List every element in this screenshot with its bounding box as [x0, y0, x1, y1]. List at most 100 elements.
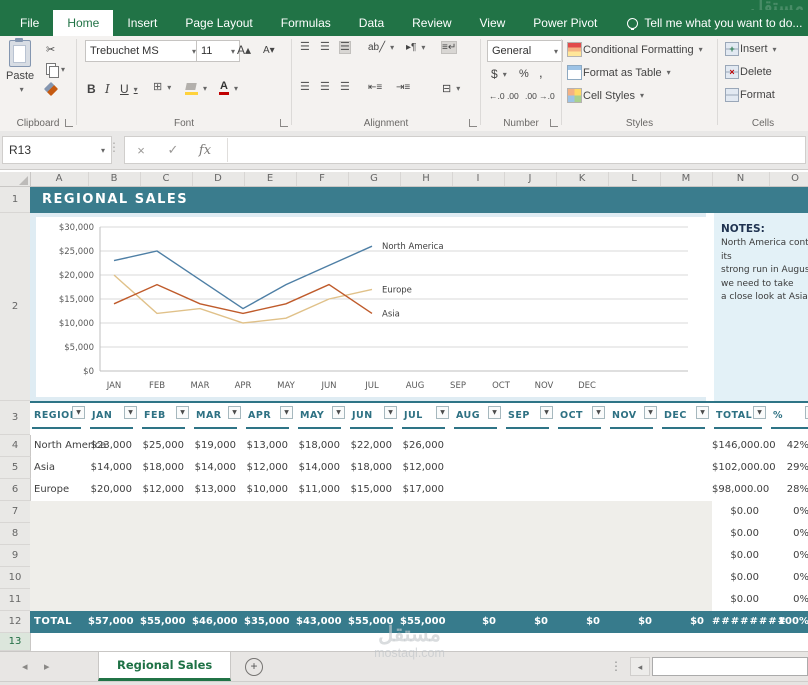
- fill-color-button[interactable]: ▾: [185, 82, 207, 95]
- filter-button-oct[interactable]: ▼: [592, 406, 605, 419]
- clipboard-dialog-launcher[interactable]: [65, 119, 73, 127]
- column-header-C[interactable]: C: [140, 172, 193, 186]
- ribbon-tab-view[interactable]: View: [466, 10, 520, 36]
- align-top-button[interactable]: ☰: [300, 42, 310, 53]
- column-header-K[interactable]: K: [556, 172, 609, 186]
- row-header-13[interactable]: 13: [0, 633, 31, 651]
- column-header-I[interactable]: I: [452, 172, 505, 186]
- column-header-F[interactable]: F: [296, 172, 349, 186]
- column-header-N[interactable]: N: [712, 172, 770, 186]
- insert-cells-button[interactable]: + Insert ▾: [725, 42, 777, 56]
- row-header-8[interactable]: 8: [0, 523, 31, 545]
- ribbon-tab-insert[interactable]: Insert: [113, 10, 171, 36]
- paste-button[interactable]: Paste ▾: [6, 38, 34, 94]
- column-header-E[interactable]: E: [244, 172, 297, 186]
- font-name-select[interactable]: Trebuchet MS ▾: [85, 40, 201, 62]
- tell-me-box[interactable]: Tell me what you want to do...: [627, 10, 802, 36]
- row-header-5[interactable]: 5: [0, 457, 31, 479]
- conditional-formatting-button[interactable]: Conditional Formatting ▾: [567, 42, 703, 57]
- ribbon-tab-power-pivot[interactable]: Power Pivot: [519, 10, 611, 36]
- name-box[interactable]: R13 ▾: [2, 136, 112, 164]
- filter-button-nov[interactable]: ▼: [644, 406, 657, 419]
- number-dialog-launcher[interactable]: [550, 119, 558, 127]
- sales-line-chart[interactable]: $0 $5,000 $10,000 $15,000 $20,000 $25,000 $30,…: [36, 217, 706, 397]
- align-right-button[interactable]: ☰: [340, 82, 350, 93]
- select-all-corner[interactable]: [0, 172, 31, 186]
- delete-cells-button[interactable]: × Delete: [725, 65, 772, 79]
- filter-button-jan[interactable]: ▼: [124, 406, 137, 419]
- orientation-button[interactable]: ab╱ ▾: [368, 42, 394, 53]
- bold-button[interactable]: B: [87, 82, 96, 96]
- font-dialog-launcher[interactable]: [280, 119, 288, 127]
- filter-button-feb[interactable]: ▼: [176, 406, 189, 419]
- cut-button[interactable]: ✂: [46, 43, 55, 56]
- row-header-9[interactable]: 9: [0, 545, 31, 567]
- row-header-2[interactable]: 2: [0, 213, 31, 401]
- filter-button-jun[interactable]: ▼: [384, 406, 397, 419]
- align-center-button[interactable]: ☰: [320, 82, 330, 93]
- ribbon-tab-review[interactable]: Review: [398, 10, 465, 36]
- row-header-11[interactable]: 11: [0, 589, 31, 611]
- filter-button-total[interactable]: ▼: [753, 406, 766, 419]
- align-left-button[interactable]: ☰: [300, 82, 310, 93]
- format-as-table-button[interactable]: Format as Table ▾: [567, 65, 671, 80]
- prev-sheet-arrow[interactable]: ◂: [22, 660, 28, 673]
- column-header-G[interactable]: G: [348, 172, 401, 186]
- shrink-font-button[interactable]: A▾: [263, 45, 275, 56]
- italic-button[interactable]: I: [105, 82, 110, 96]
- filter-button-sep[interactable]: ▼: [540, 406, 553, 419]
- ribbon-tab-home[interactable]: Home: [53, 10, 114, 36]
- filter-button-apr[interactable]: ▼: [280, 406, 293, 419]
- comma-style-button[interactable]: ,: [539, 65, 543, 80]
- underline-button[interactable]: U ▾: [120, 82, 138, 96]
- decrease-decimal-button[interactable]: .00 →.0: [525, 91, 555, 101]
- column-header-O[interactable]: O: [769, 172, 808, 186]
- grow-font-button[interactable]: A▴: [237, 43, 251, 57]
- cancel-entry-button[interactable]: ×: [125, 143, 157, 158]
- merge-center-button[interactable]: ⊟ ▾: [442, 82, 460, 95]
- new-sheet-button[interactable]: +: [245, 658, 263, 676]
- format-cells-button[interactable]: Format: [725, 88, 775, 102]
- filter-button-jul[interactable]: ▼: [436, 406, 449, 419]
- align-middle-button[interactable]: ☰: [320, 42, 330, 53]
- wrap-text-button[interactable]: ≡↵: [440, 41, 458, 54]
- increase-indent-button[interactable]: ⇥≡: [396, 82, 410, 93]
- ribbon-tab-page-layout[interactable]: Page Layout: [171, 10, 266, 36]
- row-header-3[interactable]: 3: [0, 401, 31, 435]
- ribbon-tab-formulas[interactable]: Formulas: [267, 10, 345, 36]
- copy-button[interactable]: ▾: [46, 63, 65, 78]
- percent-style-button[interactable]: %: [519, 68, 529, 80]
- hscroll-thumb[interactable]: [652, 657, 808, 676]
- row-header-6[interactable]: 6: [0, 479, 31, 501]
- alignment-dialog-launcher[interactable]: [469, 119, 477, 127]
- column-header-M[interactable]: M: [660, 172, 713, 186]
- number-format-select[interactable]: General ▾: [487, 40, 563, 62]
- confirm-entry-button[interactable]: ✓: [157, 142, 189, 158]
- sheet-tab-regional-sales[interactable]: Regional Sales: [98, 652, 232, 681]
- align-bottom-button[interactable]: ☰: [339, 41, 351, 54]
- notes-panel[interactable]: NOTES: North America continues its strong …: [714, 213, 808, 401]
- filter-button-dec[interactable]: ▼: [696, 406, 709, 419]
- hscroll-left-arrow[interactable]: ◂: [630, 657, 650, 676]
- cell-styles-button[interactable]: Cell Styles ▾: [567, 88, 644, 103]
- formula-bar-splitter[interactable]: ⋮: [108, 140, 120, 154]
- row-header-12[interactable]: 12: [0, 611, 31, 633]
- sheet-title-bar[interactable]: REGIONAL SALES: [30, 187, 808, 213]
- column-header-D[interactable]: D: [192, 172, 245, 186]
- column-header-H[interactable]: H: [400, 172, 453, 186]
- column-header-B[interactable]: B: [88, 172, 141, 186]
- filter-button-mar[interactable]: ▼: [228, 406, 241, 419]
- filter-button-aug[interactable]: ▼: [488, 406, 501, 419]
- borders-button[interactable]: ⊞ ▾: [153, 82, 171, 93]
- row-header-1[interactable]: 1: [0, 187, 31, 213]
- text-direction-button[interactable]: ▸¶ ▾: [406, 42, 425, 53]
- tab-bar-splitter[interactable]: ⋮: [610, 659, 622, 673]
- decrease-indent-button[interactable]: ⇤≡: [368, 82, 382, 93]
- increase-decimal-button[interactable]: ←.0 .00: [489, 91, 519, 101]
- row-header-10[interactable]: 10: [0, 567, 31, 589]
- insert-function-button[interactable]: fx: [189, 143, 221, 158]
- format-painter-button[interactable]: [43, 81, 59, 97]
- filter-button-region[interactable]: ▼: [72, 406, 85, 419]
- font-color-button[interactable]: A ▾: [219, 81, 238, 95]
- font-size-select[interactable]: 11 ▾: [196, 40, 240, 62]
